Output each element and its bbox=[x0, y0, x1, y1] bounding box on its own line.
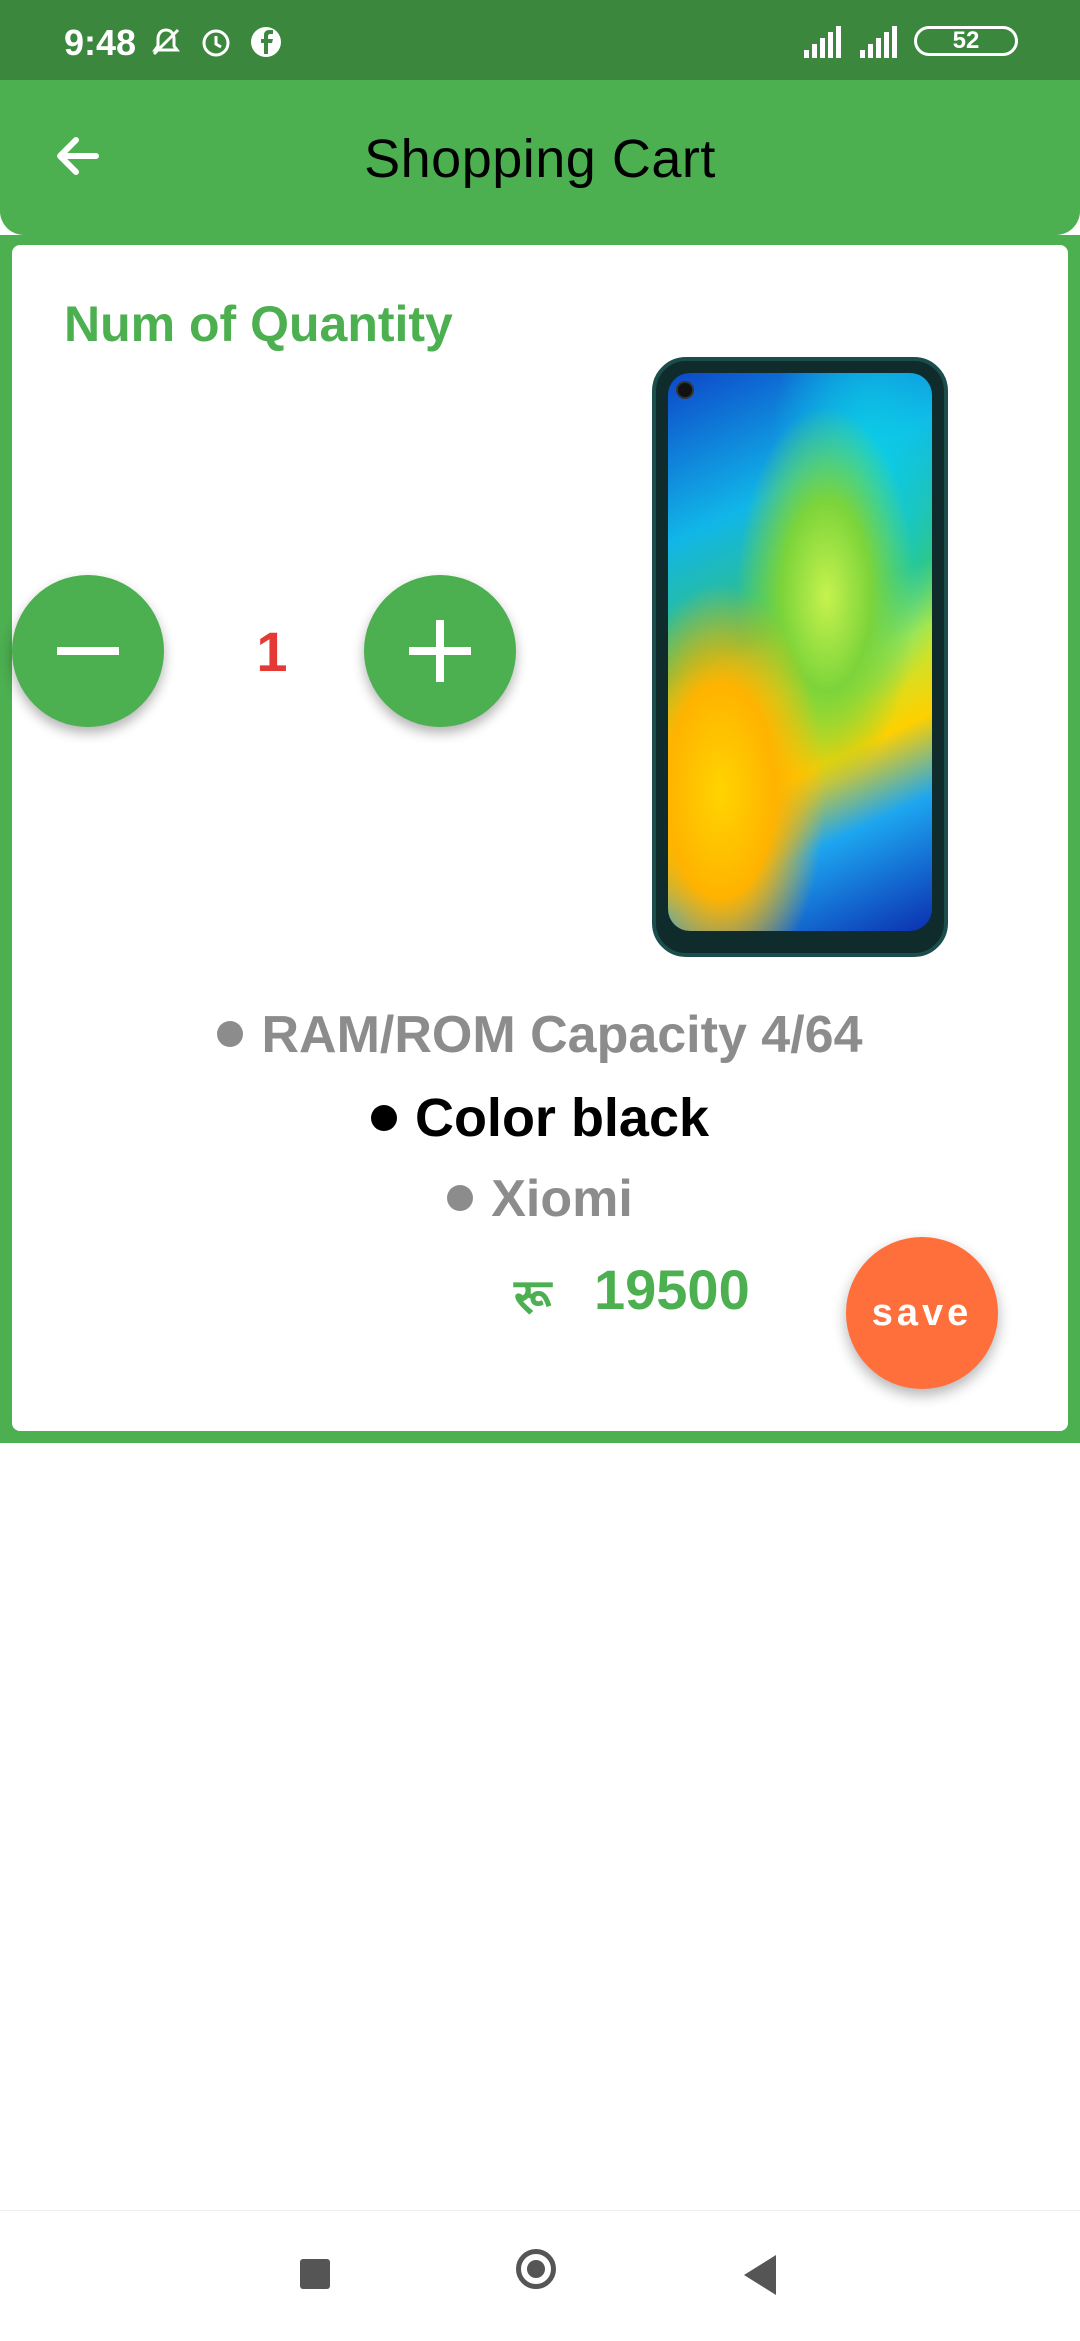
facebook-icon bbox=[248, 24, 284, 60]
spec-brand: Xiomi bbox=[12, 1169, 1068, 1229]
alarm-icon bbox=[198, 24, 234, 60]
plus-icon bbox=[409, 620, 471, 682]
status-time: 9:48 bbox=[64, 22, 137, 63]
status-notification-icons bbox=[148, 24, 284, 60]
mute-icon bbox=[148, 24, 184, 60]
battery-icon: 52 bbox=[914, 26, 1018, 56]
increase-quantity-button[interactable] bbox=[364, 575, 516, 727]
decrease-quantity-button[interactable] bbox=[12, 575, 164, 727]
quantity-value: 1 bbox=[256, 620, 288, 683]
bullet-icon bbox=[447, 1185, 474, 1212]
spec-brand-text: Xiomi bbox=[491, 1170, 633, 1228]
spec-ram-rom-text: RAM/ROM Capacity 4/64 bbox=[261, 1006, 863, 1064]
status-system-icons: 52 bbox=[802, 24, 1018, 58]
cart-list: Num of Quantity 1 RAM/ROM Capacity 4/64 … bbox=[0, 235, 1080, 1443]
system-nav-bar bbox=[0, 2210, 1080, 2341]
back-nav-icon[interactable] bbox=[744, 2255, 776, 2295]
page-title: Shopping Cart bbox=[364, 129, 716, 189]
minus-icon bbox=[57, 647, 119, 655]
status-bar: 9:48 52 bbox=[0, 0, 1080, 80]
signal-icon-2 bbox=[860, 26, 897, 58]
home-icon[interactable] bbox=[516, 2249, 556, 2289]
cart-item-card: Num of Quantity 1 RAM/ROM Capacity 4/64 … bbox=[12, 245, 1068, 1431]
bullet-icon bbox=[370, 1104, 397, 1131]
price-value: 19500 bbox=[594, 1258, 750, 1321]
price-currency: रू bbox=[514, 1271, 552, 1324]
bullet-icon bbox=[217, 1021, 244, 1048]
spec-color: Color black bbox=[12, 1087, 1068, 1149]
phone-screen-wallpaper bbox=[668, 373, 932, 931]
spec-color-text: Color black bbox=[414, 1088, 710, 1148]
quantity-heading: Num of Quantity bbox=[64, 296, 453, 352]
product-image bbox=[652, 357, 948, 957]
save-button[interactable]: save bbox=[846, 1237, 998, 1389]
spec-ram-rom: RAM/ROM Capacity 4/64 bbox=[12, 1005, 1068, 1065]
app-bar: Shopping Cart bbox=[0, 80, 1080, 235]
recents-icon[interactable] bbox=[300, 2259, 330, 2289]
signal-icon bbox=[804, 26, 841, 58]
camera-dot bbox=[676, 381, 694, 399]
